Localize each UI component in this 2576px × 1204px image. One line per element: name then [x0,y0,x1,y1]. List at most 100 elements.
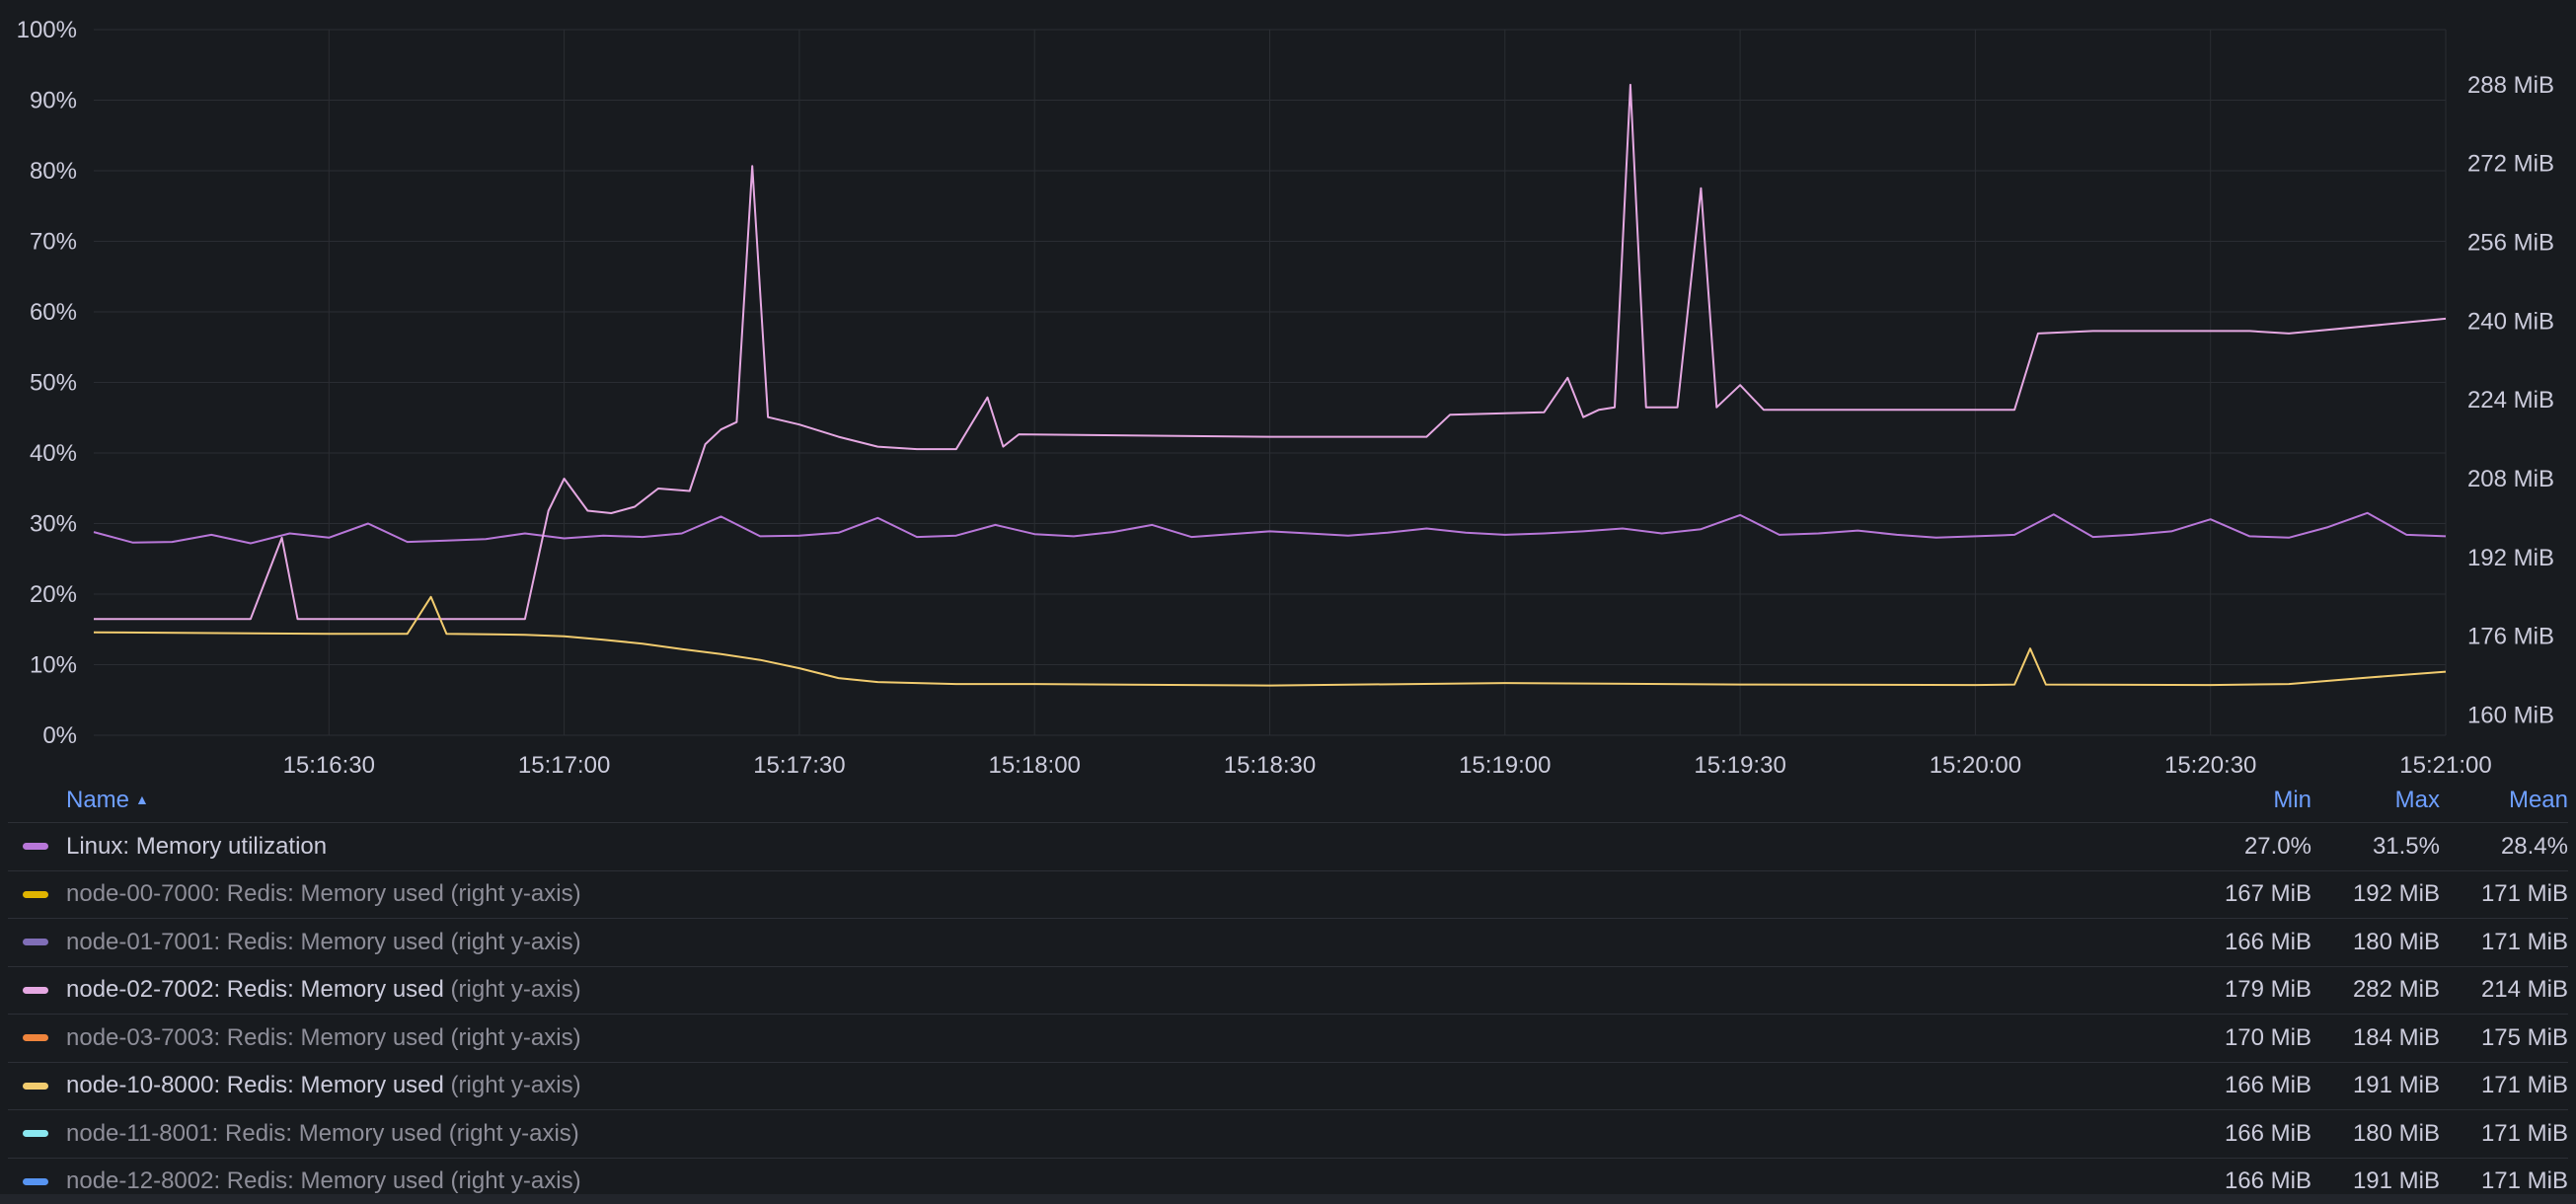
y-right-tick-label: 240 MiB [2467,308,2554,335]
series-name: node-11-8001: Redis: Memory used [66,1119,443,1147]
legend-min-value: 166 MiB [2224,1167,2311,1194]
legend-mean-value: 171 MiB [2480,1167,2568,1194]
legend-min-value: 27.0% [2243,832,2311,860]
legend-series-label[interactable]: node-03-7003: Redis: Memory used (right … [66,1024,2193,1052]
sort-asc-icon: ▲ [135,790,149,807]
y-left-tick-label: 20% [30,581,77,608]
legend-max-value: 184 MiB [2352,1023,2440,1051]
legend-max-value: 180 MiB [2352,928,2440,955]
x-tick-label: 15:17:30 [753,752,845,776]
legend-series-label[interactable]: node-01-7001: Redis: Memory used (right … [66,929,2193,956]
legend-mean-value: 175 MiB [2480,1023,2568,1051]
legend-max-value: 31.5% [2372,832,2440,860]
x-tick-label: 15:21:00 [2399,752,2491,776]
y-right-tick-label: 176 MiB [2467,624,2554,650]
x-tick-label: 15:17:00 [518,752,610,776]
legend-swatch [23,939,48,946]
legend-row[interactable]: node-11-8001: Redis: Memory used (right … [8,1110,2568,1159]
legend-swatch [23,1130,48,1138]
x-tick-label: 15:18:00 [988,752,1080,776]
legend-mean-value: 214 MiB [2480,976,2568,1004]
legend-max-value: 191 MiB [2352,1167,2440,1194]
series-name: node-01-7001: Redis: Memory used [66,928,444,955]
y-right-tick-label: 256 MiB [2467,230,2554,257]
series-name: node-03-7003: Redis: Memory used [66,1023,444,1051]
y-right-tick-label: 208 MiB [2467,466,2554,492]
legend-row[interactable]: node-03-7003: Redis: Memory used (right … [8,1015,2568,1063]
y-left-tick-label: 10% [30,652,77,679]
legend-series-label[interactable]: node-12-8002: Redis: Memory used (right … [66,1167,2193,1194]
series-name: node-10-8000: Redis: Memory used [66,1072,444,1099]
legend-mean-value: 171 MiB [2480,1119,2568,1147]
x-tick-label: 15:18:30 [1224,752,1316,776]
legend-series-label[interactable]: node-11-8001: Redis: Memory used (right … [66,1120,2193,1148]
legend-series-label[interactable]: Linux: Memory utilization [66,833,2193,861]
legend-header-name[interactable]: Name ▲ [8,787,2193,814]
legend-swatch [23,890,48,898]
legend-series-label[interactable]: node-02-7002: Redis: Memory used (right … [66,976,2193,1004]
legend-row[interactable]: node-12-8002: Redis: Memory used (right … [8,1159,2568,1194]
legend-header-mean[interactable]: Mean [2440,787,2568,814]
legend-row[interactable]: node-00-7000: Redis: Memory used (right … [8,871,2568,919]
x-tick-label: 15:20:00 [1930,752,2021,776]
legend-min-value: 166 MiB [2224,1072,2311,1099]
legend-header-min[interactable]: Min [2193,787,2311,814]
legend-min-value: 179 MiB [2224,976,2311,1004]
legend-series-label[interactable]: node-10-8000: Redis: Memory used (right … [66,1072,2193,1099]
series-name: node-12-8002: Redis: Memory used [66,1167,444,1194]
legend-mean-value: 28.4% [2500,832,2568,860]
legend-row[interactable]: Linux: Memory utilization 27.0% 31.5% 28.4% [8,823,2568,871]
legend-mean-value: 171 MiB [2480,928,2568,955]
legend-max-value: 192 MiB [2352,880,2440,908]
panel-bottom-edge [0,1194,2576,1204]
axis-note: (right y-axis) [443,976,581,1004]
legend-max-value: 180 MiB [2352,1119,2440,1147]
series-name: Linux: Memory utilization [66,832,328,860]
y-left-tick-label: 60% [30,299,77,326]
legend-max-value: 191 MiB [2352,1072,2440,1099]
y-left-tick-label: 0% [42,722,77,749]
legend-mean-value: 171 MiB [2480,1072,2568,1099]
legend-header-max[interactable]: Max [2311,787,2440,814]
axis-note: (right y-axis) [443,928,581,955]
x-tick-label: 15:20:30 [2164,752,2256,776]
legend-min-value: 170 MiB [2224,1023,2311,1051]
legend-row[interactable]: node-10-8000: Redis: Memory used (right … [8,1063,2568,1110]
legend-table: Name ▲ Min Max Mean Linux: Memory utiliza… [8,778,2568,1194]
x-tick-label: 15:16:30 [283,752,375,776]
x-tick-label: 15:19:00 [1459,752,1551,776]
chart-area[interactable]: 100% 90% 80% 70% 60% 50% 40% 30% 20% 10% 0% 288 MiB… [0,0,2576,776]
legend-row[interactable]: node-02-7002: Redis: Memory used (right … [8,967,2568,1015]
legend-header: Name ▲ Min Max Mean [8,778,2568,823]
y-right-tick-label: 192 MiB [2467,545,2554,571]
legend-min-value: 166 MiB [2224,1119,2311,1147]
legend-swatch [23,1034,48,1042]
legend-mean-value: 171 MiB [2480,880,2568,908]
y-left-tick-label: 30% [30,511,77,538]
y-right-tick-label: 224 MiB [2467,387,2554,414]
y-left-tick-label: 70% [30,229,77,256]
axis-note: (right y-axis) [443,1072,581,1099]
y-left-tick-label: 100% [17,17,77,43]
y-left-tick-label: 50% [30,370,77,397]
legend-swatch [23,986,48,994]
legend-swatch [23,1177,48,1185]
legend-row[interactable]: node-01-7001: Redis: Memory used (right … [8,919,2568,967]
x-tick-label: 15:19:30 [1694,752,1785,776]
y-right-tick-label: 288 MiB [2467,72,2554,99]
legend-min-value: 166 MiB [2224,928,2311,955]
y-left-tick-label: 90% [30,88,77,114]
axis-note: (right y-axis) [442,1119,579,1147]
legend-series-label[interactable]: node-00-7000: Redis: Memory used (right … [66,880,2193,908]
legend-min-value: 167 MiB [2224,880,2311,908]
legend-max-value: 282 MiB [2352,976,2440,1004]
y-left-tick-label: 40% [30,440,77,467]
series-name: node-00-7000: Redis: Memory used [66,880,444,908]
y-right-tick-label: 272 MiB [2467,151,2554,178]
y-right-tick-label: 160 MiB [2467,703,2554,729]
axis-note: (right y-axis) [443,1023,581,1051]
axis-note: (right y-axis) [443,1167,581,1194]
y-left-tick-label: 80% [30,158,77,185]
axis-note: (right y-axis) [443,880,581,908]
time-series-panel: 100% 90% 80% 70% 60% 50% 40% 30% 20% 10% 0% 288 MiB… [0,0,2576,1204]
